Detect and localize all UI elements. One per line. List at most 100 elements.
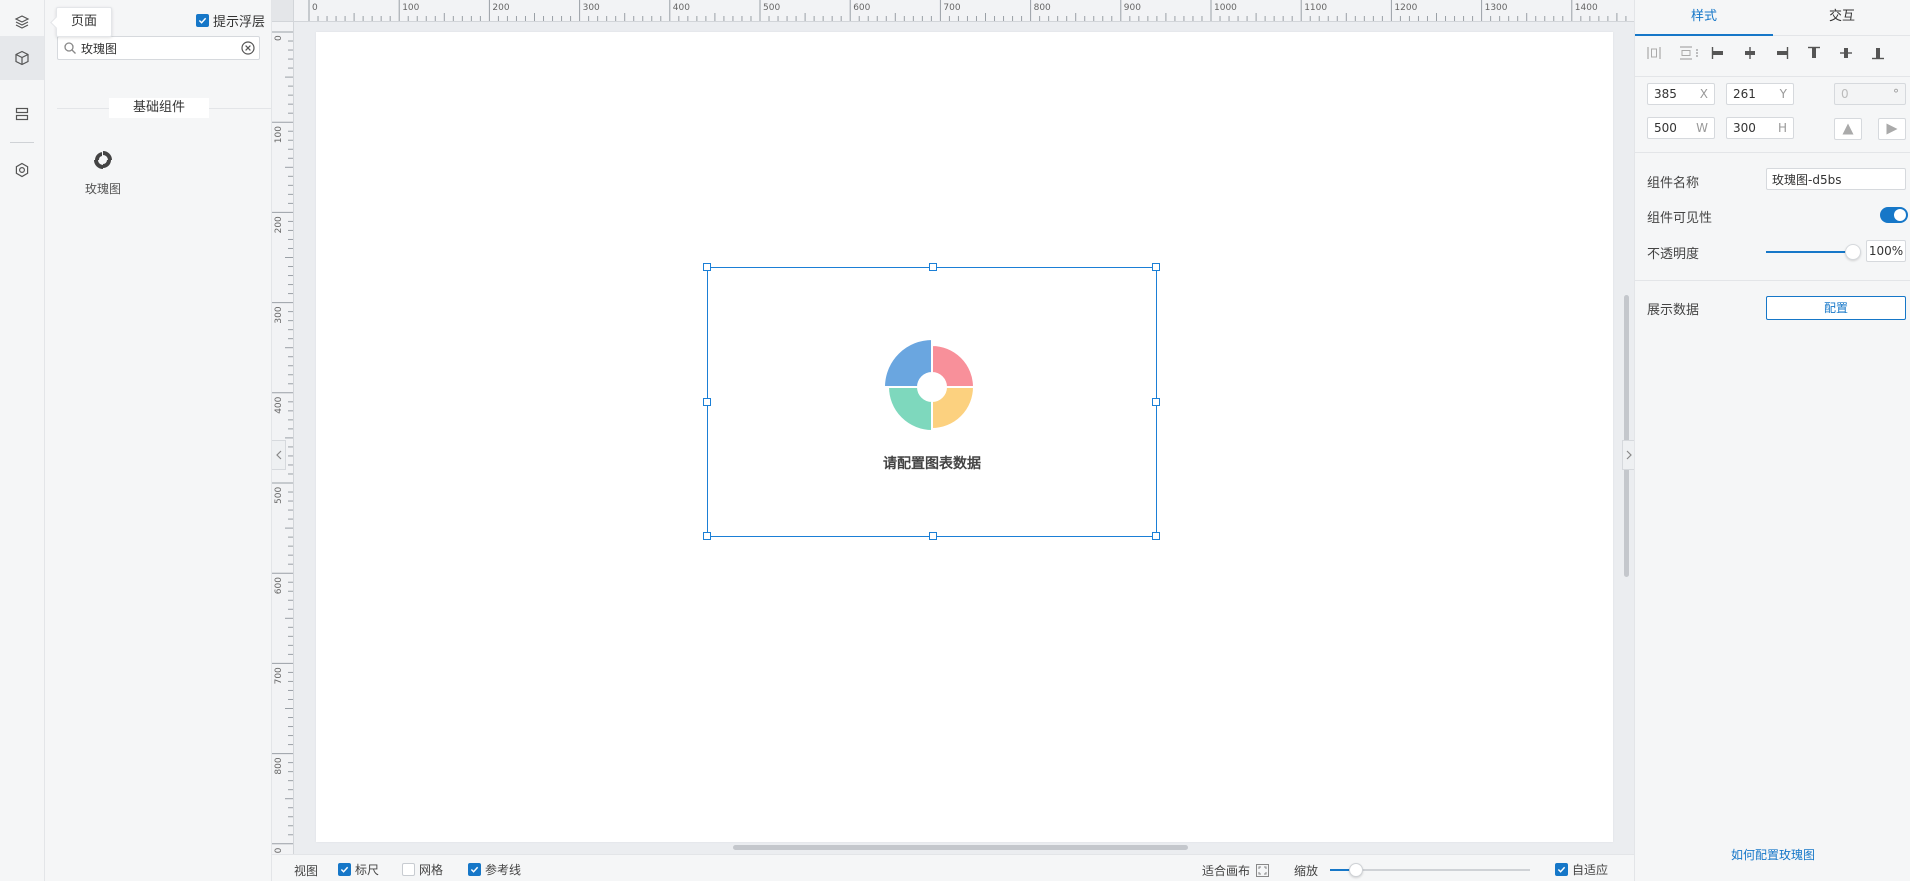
align-right-button[interactable] <box>1771 42 1793 64</box>
rose-placeholder-segment <box>886 386 933 433</box>
auto-fit-checkbox[interactable]: 自适应 <box>1555 861 1608 878</box>
zoom-label: 缩放 <box>1294 864 1319 878</box>
search-icon <box>64 42 76 54</box>
zoom-slider-thumb[interactable] <box>1349 863 1363 877</box>
resize-handle-n[interactable] <box>929 263 937 271</box>
ruler-label: 800 <box>1034 3 1051 13</box>
divider <box>1635 152 1910 153</box>
grid-checkbox[interactable]: 网格 <box>402 861 443 878</box>
configure-data-button[interactable]: 配置 <box>1766 296 1906 320</box>
opacity-slider[interactable] <box>1766 251 1851 253</box>
x-input[interactable] <box>1654 86 1694 102</box>
align-left-icon <box>1711 47 1723 59</box>
left-rail <box>0 0 45 881</box>
empty-chart-text: 请配置图表数据 <box>883 456 981 472</box>
ruler-label: 900 <box>274 847 284 854</box>
guides-checkbox[interactable]: 参考线 <box>468 861 521 878</box>
flip-horizontal-icon <box>1886 123 1898 135</box>
rail-divider <box>10 142 34 143</box>
help-link[interactable]: 如何配置玫瑰图 <box>1635 846 1910 863</box>
vertical-scrollbar[interactable] <box>1624 295 1629 577</box>
flip-vertical-button[interactable] <box>1834 118 1862 140</box>
component-name-label: 组件名称 <box>1647 176 1700 191</box>
chevron-left-icon <box>275 450 281 460</box>
fit-canvas-button[interactable]: 适合画布 <box>1202 862 1269 879</box>
distribute-vertical-icon <box>1680 46 1692 60</box>
w-input[interactable] <box>1654 120 1694 136</box>
rose-chart-component[interactable]: 请配置图表数据 <box>703 263 1160 540</box>
rotation-field: ° <box>1834 83 1906 105</box>
align-center-h-button[interactable] <box>1739 42 1761 64</box>
tab-style[interactable]: 样式 <box>1635 0 1773 36</box>
ruler-label: 700 <box>274 667 284 684</box>
y-input[interactable] <box>1733 86 1773 102</box>
ruler-label: 200 <box>274 216 284 233</box>
w-unit: W <box>1696 121 1708 135</box>
align-right-icon <box>1777 47 1789 59</box>
resize-handle-sw[interactable] <box>703 532 711 540</box>
w-field: W <box>1647 117 1715 139</box>
rose-placeholder-segment <box>931 343 976 388</box>
rotation-input[interactable] <box>1841 86 1881 102</box>
empty-rose-chart-icon <box>882 337 976 433</box>
collapse-left-panel-button[interactable] <box>272 440 286 470</box>
float-hint-label: 提示浮层 <box>213 15 266 30</box>
component-item-rose-chart[interactable]: 玫瑰图 <box>71 148 135 202</box>
opacity-slider-thumb[interactable] <box>1845 244 1861 260</box>
ruler-label: 0 <box>274 35 284 41</box>
ruler-label: 400 <box>274 396 284 413</box>
resize-handle-nw[interactable] <box>703 263 711 271</box>
align-middle-v-button[interactable] <box>1835 42 1857 64</box>
tab-interaction[interactable]: 交互 <box>1773 0 1910 36</box>
resize-handle-w[interactable] <box>703 398 711 406</box>
clear-icon[interactable] <box>241 41 255 55</box>
opacity-value[interactable]: 100% <box>1866 240 1906 262</box>
ruler-label: 1000 <box>1214 3 1237 13</box>
ruler-checkbox[interactable]: 标尺 <box>338 861 379 878</box>
align-bottom-button[interactable] <box>1867 42 1889 64</box>
section-title: 基础组件 <box>109 98 209 118</box>
settings-icon <box>15 162 29 178</box>
resize-handle-se[interactable] <box>1152 532 1160 540</box>
settings-button[interactable] <box>0 148 44 192</box>
ruler-label: 700 <box>943 3 960 13</box>
flip-horizontal-button[interactable] <box>1878 118 1906 140</box>
ruler-label: 600 <box>853 3 870 13</box>
ruler-label: 400 <box>673 3 690 13</box>
outline-button[interactable] <box>0 92 44 136</box>
checkbox-checked-icon <box>1555 863 1568 876</box>
component-panel: 提示浮层 基础组件 玫瑰图 <box>45 0 272 881</box>
align-top-button[interactable] <box>1803 42 1825 64</box>
search-input[interactable] <box>81 39 231 57</box>
resize-handle-e[interactable] <box>1152 398 1160 406</box>
flip-vertical-icon <box>1842 123 1854 135</box>
artboard[interactable]: 请配置图表数据 <box>316 32 1613 842</box>
horizontal-scrollbar[interactable] <box>733 845 1188 850</box>
align-separator-icon <box>1693 42 1701 64</box>
ruler-label: 500 <box>763 3 780 13</box>
float-hint-checkbox[interactable]: 提示浮层 <box>196 11 265 30</box>
zoom-slider[interactable] <box>1330 863 1530 877</box>
h-input[interactable] <box>1733 120 1773 136</box>
collapse-right-panel-button[interactable] <box>1622 440 1634 470</box>
guides-label: 参考线 <box>485 863 522 877</box>
components-button[interactable] <box>0 36 44 80</box>
resize-handle-s[interactable] <box>929 532 937 540</box>
component-name-input[interactable] <box>1772 171 1900 187</box>
align-left-button[interactable] <box>1707 42 1729 64</box>
ruler-label: 500 <box>274 487 284 504</box>
distribute-horizontal-icon <box>1647 47 1661 59</box>
page-tooltip: 页面 <box>56 7 112 37</box>
chart-placeholder: 请配置图表数据 <box>708 268 1156 536</box>
fit-canvas-label: 适合画布 <box>1202 864 1251 878</box>
resize-handle-ne[interactable] <box>1152 263 1160 271</box>
ruler-label: 100 <box>402 3 419 13</box>
view-label: 视图 <box>294 864 319 878</box>
ruler-label: 800 <box>274 757 284 774</box>
toggle-knob <box>1894 209 1906 221</box>
visibility-toggle[interactable] <box>1880 207 1908 223</box>
distribute-horizontal-button[interactable] <box>1643 42 1665 64</box>
layers-icon <box>14 15 30 29</box>
ruler-corner <box>272 0 294 22</box>
grid-label: 网格 <box>419 863 444 877</box>
